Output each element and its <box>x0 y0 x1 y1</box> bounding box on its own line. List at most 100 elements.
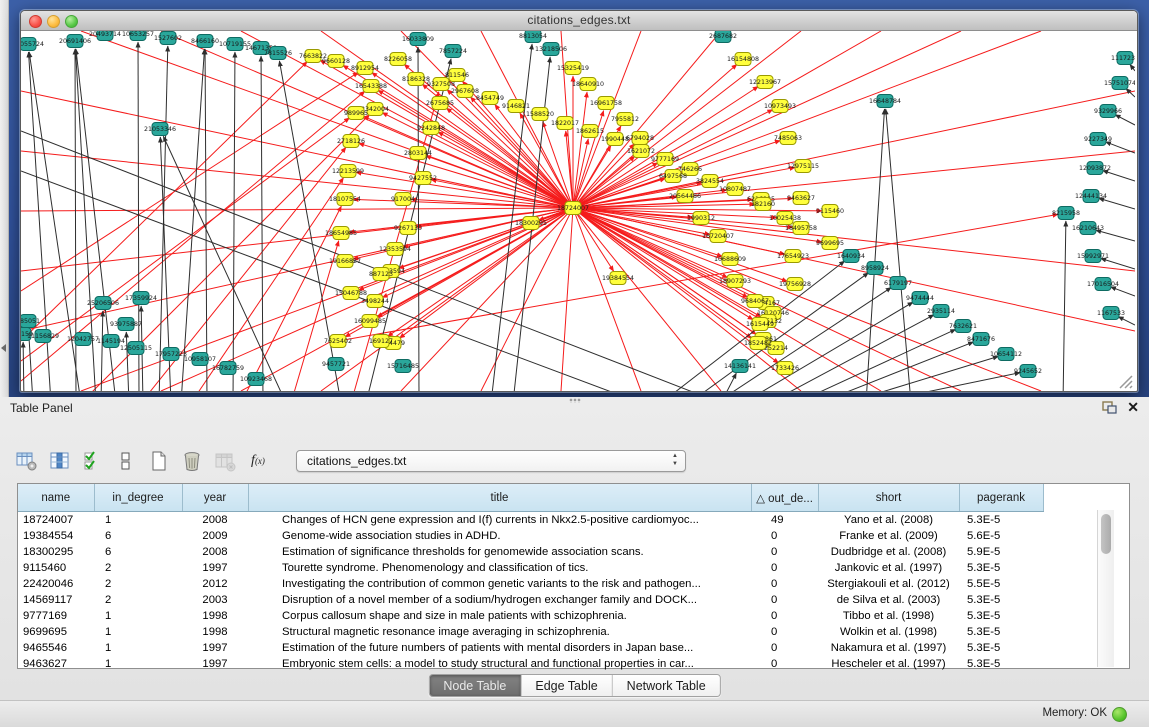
table-row[interactable]: 1830029562008Estimation of significance … <box>18 544 1043 560</box>
function-builder-button[interactable]: f(x) <box>245 447 271 475</box>
cell-year[interactable]: 1998 <box>182 608 248 624</box>
cell-pagerank[interactable]: 5.9E-5 <box>959 544 1043 560</box>
cell-pagerank[interactable]: 5.3E-5 <box>959 592 1043 608</box>
cell-in_degree[interactable]: 1 <box>94 512 182 529</box>
cell-year[interactable]: 2008 <box>182 544 248 560</box>
cell-name[interactable]: 9465546 <box>18 640 94 656</box>
panel-expand-arrow-icon[interactable] <box>1 344 6 352</box>
graph-edge[interactable] <box>573 208 1041 391</box>
cell-year[interactable]: 2008 <box>182 512 248 529</box>
table-row[interactable]: 2242004622012Investigating the contribut… <box>18 576 1043 592</box>
collapsed-panel-strip[interactable] <box>0 0 9 397</box>
column-header-name[interactable]: name <box>18 484 94 512</box>
graph-edge[interactable] <box>1103 170 1135 181</box>
graph-edge[interactable] <box>205 49 207 391</box>
cell-year[interactable]: 2003 <box>182 592 248 608</box>
table-row[interactable]: 946554611997Estimation of the future num… <box>18 640 1043 656</box>
graph-edge[interactable] <box>138 42 139 391</box>
graph-edge[interactable] <box>470 97 573 208</box>
cell-out_degree[interactable]: 0 <box>751 560 818 576</box>
graph-edge[interactable] <box>573 91 1135 208</box>
cell-title[interactable]: Embryonic stem cells: a model to study s… <box>248 656 751 672</box>
cell-short[interactable]: Nakamura et al. (1997) <box>818 640 959 656</box>
column-header-out_degree[interactable]: △ out_de... <box>751 484 818 512</box>
graph-edge[interactable] <box>1110 287 1135 296</box>
window-titlebar[interactable]: citations_edges.txt <box>21 11 1137 31</box>
column-header-short[interactable]: short <box>818 484 959 512</box>
graph-edge[interactable] <box>101 311 103 391</box>
cell-pagerank[interactable]: 5.3E-5 <box>959 640 1043 656</box>
column-header-year[interactable]: year <box>182 484 248 512</box>
table-row[interactable]: 1872400712008Changes of HCN gene express… <box>18 512 1043 529</box>
cell-in_degree[interactable]: 1 <box>94 608 182 624</box>
graph-edge[interactable] <box>796 329 956 391</box>
close-panel-icon[interactable]: ✕ <box>1127 400 1139 414</box>
cell-title[interactable]: Estimation of significance thresholds fo… <box>248 544 751 560</box>
delete-table-button[interactable] <box>212 447 238 475</box>
column-header-title[interactable]: title <box>248 484 751 512</box>
cell-pagerank[interactable]: 5.3E-5 <box>959 656 1043 672</box>
cell-name[interactable]: 19384554 <box>18 528 94 544</box>
cell-short[interactable]: de Silva et al. (2003) <box>818 592 959 608</box>
cell-year[interactable]: 1997 <box>182 640 248 656</box>
window-resize-grip[interactable] <box>1117 373 1133 389</box>
cell-short[interactable]: Yano et al. (2008) <box>818 512 959 529</box>
select-columns-button[interactable] <box>80 447 106 475</box>
cell-short[interactable]: Jankovic et al. (1997) <box>818 560 959 576</box>
cell-out_degree[interactable]: 0 <box>751 544 818 560</box>
graph-edge[interactable] <box>866 109 884 391</box>
cell-pagerank[interactable]: 5.3E-5 <box>959 624 1043 640</box>
graph-edge[interactable] <box>1063 221 1066 391</box>
cell-name[interactable]: 9699695 <box>18 624 94 640</box>
cell-out_degree[interactable]: 0 <box>751 640 818 656</box>
cell-title[interactable]: Structural magnetic resonance image aver… <box>248 624 751 640</box>
delete-column-button[interactable] <box>179 447 205 475</box>
cell-pagerank[interactable]: 5.6E-5 <box>959 528 1043 544</box>
cell-in_degree[interactable]: 1 <box>94 656 182 672</box>
graph-edge[interactable] <box>401 208 573 391</box>
cell-year[interactable]: 2009 <box>182 528 248 544</box>
cell-in_degree[interactable]: 2 <box>94 576 182 592</box>
cell-title[interactable]: Genome-wide association studies in ADHD. <box>248 528 751 544</box>
cell-pagerank[interactable]: 5.5E-5 <box>959 576 1043 592</box>
graph-edge[interactable] <box>573 31 1041 208</box>
network-window[interactable]: citations_edges.txt 18724007240557242069… <box>20 10 1138 392</box>
cell-year[interactable]: 1997 <box>182 656 248 672</box>
graph-edge[interactable] <box>23 342 24 391</box>
scrollbar-thumb[interactable] <box>1101 514 1111 554</box>
cell-year[interactable]: 1997 <box>182 560 248 576</box>
table-row[interactable]: 1456911722003Disruption of a novel membe… <box>18 592 1043 608</box>
cell-pagerank[interactable]: 5.3E-5 <box>959 512 1043 529</box>
table-row[interactable]: 969969511998Structural magnetic resonanc… <box>18 624 1043 640</box>
cell-out_degree[interactable]: 0 <box>751 608 818 624</box>
cell-short[interactable]: Franke et al. (2009) <box>818 528 959 544</box>
cell-name[interactable]: 9463627 <box>18 656 94 672</box>
table-mode-button[interactable] <box>14 447 40 475</box>
cell-name[interactable]: 14569117 <box>18 592 94 608</box>
graph-edge[interactable] <box>1115 115 1135 125</box>
cell-title[interactable]: Estimation of the future numbers of pati… <box>248 640 751 656</box>
cell-pagerank[interactable]: 5.3E-5 <box>959 560 1043 576</box>
table-selector[interactable]: citations_edges.txt ▲▼ <box>296 450 686 472</box>
table-scrollbar[interactable] <box>1097 510 1114 667</box>
graph-edge[interactable] <box>819 342 974 391</box>
table-row[interactable]: 1938455462009Genome-wide association stu… <box>18 528 1043 544</box>
cell-short[interactable]: Stergiakouli et al. (2012) <box>818 576 959 592</box>
cell-out_degree[interactable]: 49 <box>751 512 818 529</box>
cell-title[interactable]: Corpus callosum shape and size in male p… <box>248 608 751 624</box>
cell-name[interactable]: 9115460 <box>18 560 94 576</box>
cell-out_degree[interactable]: 0 <box>751 576 818 592</box>
table-row[interactable]: 911546021997Tourette syndrome. Phenomeno… <box>18 560 1043 576</box>
column-header-pagerank[interactable]: pagerank <box>959 484 1043 512</box>
create-column-button[interactable] <box>146 447 172 475</box>
graph-edge[interactable] <box>1118 317 1135 325</box>
cell-in_degree[interactable]: 2 <box>94 560 182 576</box>
row-height-button[interactable] <box>113 447 139 475</box>
graph-edge[interactable] <box>126 332 129 391</box>
float-panel-icon[interactable] <box>1102 401 1117 414</box>
table-row[interactable]: 946362711997Embryonic stem cells: a mode… <box>18 656 1043 672</box>
table-row[interactable]: 977716911998Corpus callosum shape and si… <box>18 608 1043 624</box>
memory-ok-indicator[interactable] <box>1112 707 1127 722</box>
graph-edge[interactable] <box>1130 64 1135 71</box>
cell-in_degree[interactable]: 6 <box>94 544 182 560</box>
